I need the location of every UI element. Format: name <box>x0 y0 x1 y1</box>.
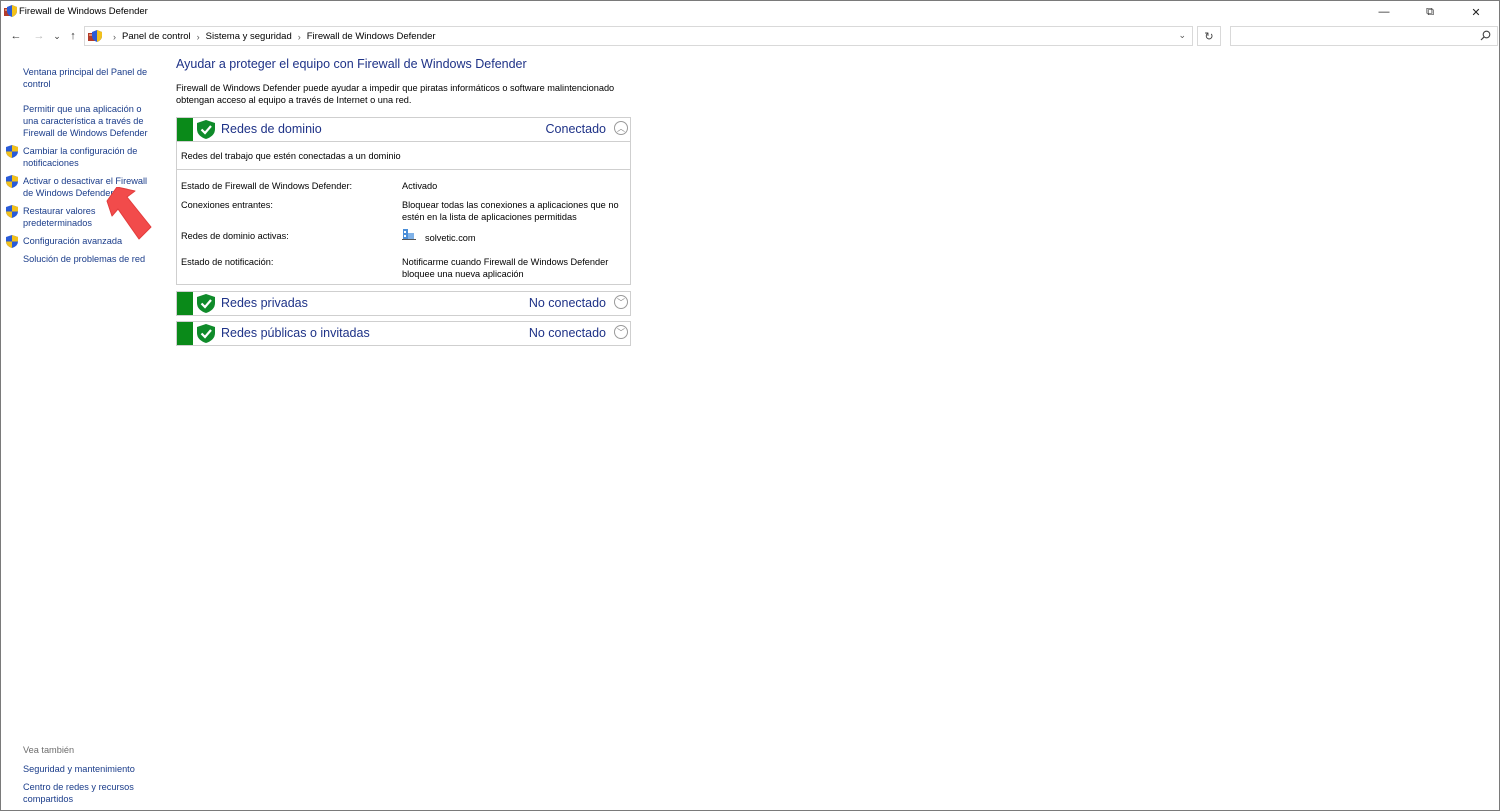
panel-header[interactable]: Redes privadas No conectado ﹀ <box>177 292 630 315</box>
green-shield-icon <box>197 324 215 346</box>
breadcrumb-separator: › <box>297 31 301 42</box>
panel-redes-privadas[interactable]: Redes privadas No conectado ﹀ <box>176 291 631 316</box>
firewall-icon <box>4 5 17 21</box>
panel-title: Redes de dominio <box>221 122 322 136</box>
connection-status: Conectado <box>545 122 606 136</box>
see-also-heading: Vea también <box>23 745 75 755</box>
green-shield-icon <box>197 294 215 316</box>
status-color-bar <box>177 322 193 345</box>
panel-details: Estado de Firewall de Windows Defender: … <box>177 169 630 287</box>
minimize-button[interactable]: — <box>1361 1 1407 23</box>
search-input[interactable] <box>1235 28 1479 46</box>
detail-label: Conexiones entrantes: <box>181 200 273 210</box>
panel-header[interactable]: Redes de dominio Conectado ︿ <box>177 118 630 141</box>
uac-shield-icon <box>6 145 18 161</box>
up-button[interactable]: ↑ <box>65 28 81 44</box>
chevron-down-icon[interactable]: ⌄ <box>1178 30 1186 41</box>
refresh-button[interactable]: ↻ <box>1197 26 1221 46</box>
breadcrumb-panel-de-control[interactable]: Panel de control <box>122 31 191 42</box>
chevron-down-icon[interactable]: ﹀ <box>614 325 628 339</box>
chevron-down-icon[interactable]: ﹀ <box>614 295 628 309</box>
breadcrumb-separator: › <box>113 31 116 42</box>
link-panel-principal[interactable]: Ventana principal del Panel de control <box>23 66 158 90</box>
link-centro-redes[interactable]: Centro de redes y recursos compartidos <box>23 781 141 805</box>
breadcrumb: › Panel de control › Sistema y seguridad… <box>107 31 436 42</box>
left-pane: Ventana principal del Panel de control P… <box>1 51 161 810</box>
back-button[interactable]: ← <box>8 28 24 44</box>
search-icon[interactable] <box>1480 30 1491 44</box>
uac-shield-icon <box>6 175 18 191</box>
breadcrumb-separator: › <box>196 31 200 42</box>
panel-header[interactable]: Redes públicas o invitadas No conectado … <box>177 322 630 345</box>
panel-redes-publicas[interactable]: Redes públicas o invitadas No conectado … <box>176 321 631 346</box>
firewall-window: Firewall de Windows Defender — ⧉ ✕ ← → ⌄… <box>0 0 1500 811</box>
detail-label: Estado de Firewall de Windows Defender: <box>181 181 353 191</box>
link-solucion-problemas-red[interactable]: Solución de problemas de red <box>23 253 158 265</box>
detail-label: Redes de dominio activas: <box>181 231 289 241</box>
panel-redes-dominio: Redes de dominio Conectado ︿ Redes del t… <box>176 117 631 285</box>
page-title: Ayudar a proteger el equipo con Firewall… <box>176 57 527 71</box>
link-seguridad-mantenimiento[interactable]: Seguridad y mantenimiento <box>23 763 158 775</box>
window-title: Firewall de Windows Defender <box>19 6 148 17</box>
status-color-bar <box>177 118 193 141</box>
address-bar[interactable]: › Panel de control › Sistema y seguridad… <box>84 26 1193 46</box>
chevron-up-icon[interactable]: ︿ <box>614 121 628 135</box>
detail-value: Activado <box>402 181 438 191</box>
connection-status: No conectado <box>528 326 606 340</box>
green-shield-icon <box>197 120 215 142</box>
recent-locations-button[interactable]: ⌄ <box>49 28 65 44</box>
title-bar: Firewall de Windows Defender — ⧉ ✕ <box>1 1 1499 23</box>
breadcrumb-sistema-y-seguridad[interactable]: Sistema y seguridad <box>206 31 292 42</box>
restore-button[interactable]: ⧉ <box>1407 1 1453 23</box>
close-button[interactable]: ✕ <box>1453 1 1499 23</box>
uac-shield-icon <box>6 205 18 221</box>
link-permitir-aplicacion[interactable]: Permitir que una aplicación o una caract… <box>23 103 155 139</box>
search-box[interactable] <box>1230 26 1498 46</box>
detail-label: Estado de notificación: <box>181 257 274 267</box>
domain-network-icon <box>402 227 416 244</box>
uac-shield-icon <box>6 235 18 251</box>
detail-value: Notificarme cuando Firewall de Windows D… <box>402 257 609 279</box>
domain-name: solvetic.com <box>425 233 476 243</box>
control-panel-icon <box>88 29 102 46</box>
forward-button[interactable]: → <box>31 28 47 44</box>
annotation-arrow <box>106 187 152 240</box>
status-color-bar <box>177 292 193 315</box>
breadcrumb-firewall[interactable]: Firewall de Windows Defender <box>307 31 436 42</box>
intro-text: Firewall de Windows Defender puede ayuda… <box>176 83 615 105</box>
panel-title: Redes públicas o invitadas <box>221 326 370 340</box>
panel-description: Redes del trabajo que estén conectadas a… <box>177 141 630 169</box>
link-cambiar-notificaciones[interactable]: Cambiar la configuración de notificacion… <box>23 145 155 169</box>
panel-title: Redes privadas <box>221 296 308 310</box>
connection-status: No conectado <box>528 296 606 310</box>
detail-value: Bloquear todas las conexiones a aplicaci… <box>402 200 619 222</box>
